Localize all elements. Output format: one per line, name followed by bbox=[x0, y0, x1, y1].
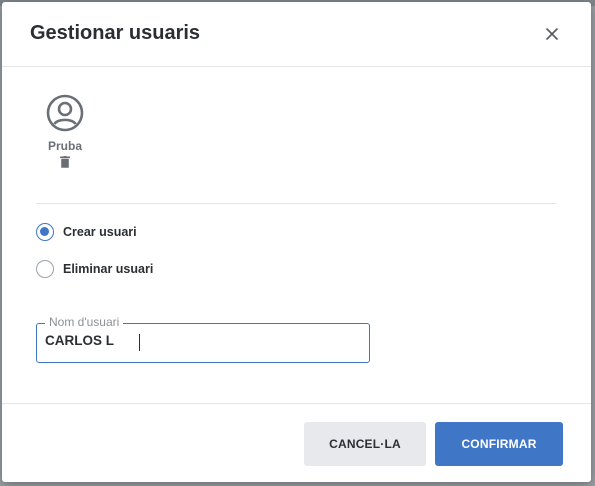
user-circle-icon bbox=[46, 94, 84, 132]
section-divider bbox=[36, 203, 557, 204]
radio-create-user[interactable]: Crear usuari bbox=[36, 223, 137, 241]
confirm-button[interactable]: CONFIRMAR bbox=[435, 422, 563, 466]
radio-delete-user-label: Eliminar usuari bbox=[63, 262, 154, 276]
cancel-button[interactable]: CANCEL·LA bbox=[304, 422, 426, 466]
dialog-footer: CANCEL·LA CONFIRMAR bbox=[2, 404, 591, 482]
dialog-body: Pruba Crear usuari Eliminar usuari Nom d… bbox=[2, 67, 591, 404]
username-field[interactable]: Nom d'usuari bbox=[36, 315, 370, 363]
dialog-title: Gestionar usuaris bbox=[30, 22, 201, 44]
radio-button-checked[interactable] bbox=[36, 223, 54, 241]
username-field-label: Nom d'usuari bbox=[45, 315, 124, 329]
radio-button-unchecked[interactable] bbox=[36, 260, 54, 278]
radio-create-user-label: Crear usuari bbox=[63, 225, 137, 239]
manage-users-dialog: Gestionar usuaris Pruba Crear usuari Eli… bbox=[2, 2, 591, 482]
user-card: Pruba bbox=[42, 93, 88, 168]
trash-icon[interactable] bbox=[60, 156, 70, 168]
dialog-header: Gestionar usuaris bbox=[2, 2, 591, 67]
text-caret bbox=[139, 334, 140, 351]
user-name: Pruba bbox=[47, 139, 82, 153]
close-icon[interactable] bbox=[543, 25, 561, 43]
username-input[interactable] bbox=[45, 333, 345, 348]
radio-delete-user[interactable]: Eliminar usuari bbox=[36, 260, 153, 278]
